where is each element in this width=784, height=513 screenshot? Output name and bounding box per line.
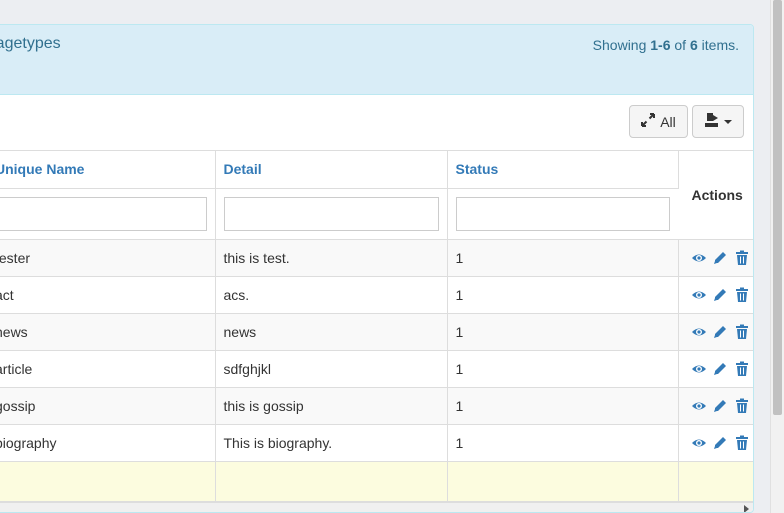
summary-of: of xyxy=(670,37,690,53)
summary-total: 6 xyxy=(689,37,698,53)
cell-status: 1 xyxy=(447,313,679,351)
filter-input-unique-name[interactable] xyxy=(0,196,207,231)
resize-full-icon xyxy=(641,113,656,130)
cell-detail: acs. xyxy=(215,276,448,314)
footer-cell xyxy=(447,460,679,502)
filter-cell-detail xyxy=(215,188,448,240)
export-icon xyxy=(704,112,720,131)
pencil-icon[interactable] xyxy=(712,361,728,377)
table-row: act acs. 1 xyxy=(0,276,753,314)
cell-status: 1 xyxy=(447,239,679,277)
cell-actions xyxy=(678,350,753,388)
table-footer-row xyxy=(0,460,753,502)
cell-detail: news xyxy=(215,313,448,351)
cell-unique-name: news xyxy=(0,313,216,351)
cell-status: 1 xyxy=(447,276,679,314)
table-row: news news 1 xyxy=(0,313,753,351)
trash-icon[interactable] xyxy=(734,435,750,451)
cell-actions xyxy=(678,239,753,277)
vertical-scrollbar-thumb[interactable] xyxy=(773,0,782,415)
footer-cell xyxy=(678,460,753,502)
column-header-unique-name: Unique Name xyxy=(0,151,216,189)
column-header-status: Status xyxy=(447,151,679,189)
trash-icon[interactable] xyxy=(734,398,750,414)
pencil-icon[interactable] xyxy=(712,287,728,303)
cell-actions xyxy=(678,387,753,425)
trash-icon[interactable] xyxy=(734,324,750,340)
data-table: Unique Name Detail Status Actions ester … xyxy=(0,151,753,502)
footer-cell xyxy=(0,460,216,502)
cell-unique-name: tester xyxy=(0,239,216,277)
cell-actions xyxy=(678,276,753,314)
cell-status: 1 xyxy=(447,387,679,425)
cell-actions xyxy=(678,313,753,351)
table-row: gossip this is gossip 1 xyxy=(0,387,753,425)
sort-link-status[interactable]: Status xyxy=(456,161,499,177)
footer-cell xyxy=(215,460,448,502)
scroll-right-arrow-icon[interactable] xyxy=(744,505,749,512)
table-row: biography This is biography. 1 xyxy=(0,424,753,462)
filter-cell-unique-name xyxy=(0,188,216,240)
cell-actions xyxy=(678,424,753,462)
filter-input-status[interactable] xyxy=(455,196,670,231)
eye-icon[interactable] xyxy=(691,324,707,340)
toolbar: All xyxy=(0,95,753,151)
panel-title: Pagetypes xyxy=(0,35,61,52)
horizontal-scrollbar[interactable] xyxy=(0,502,753,512)
cell-status: 1 xyxy=(447,350,679,388)
table-row: article sdfghjkl 1 xyxy=(0,350,753,388)
cell-unique-name: gossip xyxy=(0,387,216,425)
pencil-icon[interactable] xyxy=(712,250,728,266)
pencil-icon[interactable] xyxy=(712,435,728,451)
trash-icon[interactable] xyxy=(734,250,750,266)
summary-range: 1-6 xyxy=(650,37,671,53)
eye-icon[interactable] xyxy=(691,361,707,377)
pencil-icon[interactable] xyxy=(712,398,728,414)
cell-detail: sdfghjkl xyxy=(215,350,448,388)
show-all-button[interactable]: All xyxy=(629,105,688,138)
sort-link-unique-name[interactable]: Unique Name xyxy=(0,161,84,177)
filter-cell-status xyxy=(447,188,678,240)
trash-icon[interactable] xyxy=(734,287,750,303)
cell-status: 1 xyxy=(447,424,679,462)
summary-suffix: items. xyxy=(697,37,739,53)
column-header-actions: Actions xyxy=(678,151,753,240)
vertical-scrollbar[interactable] xyxy=(770,0,784,513)
chevron-down-icon xyxy=(724,119,732,124)
filter-input-detail[interactable] xyxy=(223,196,439,231)
summary-text: Showing 1-6 of 6 items. xyxy=(593,37,739,53)
cell-unique-name: biography xyxy=(0,424,216,462)
eye-icon[interactable] xyxy=(691,287,707,303)
cell-detail: This is biography. xyxy=(215,424,448,462)
trash-icon[interactable] xyxy=(734,361,750,377)
eye-icon[interactable] xyxy=(691,250,707,266)
summary-prefix: Showing xyxy=(592,37,651,53)
panel-heading: Pagetypes Showing 1-6 of 6 items. xyxy=(0,25,753,95)
table-row: tester this is test. 1 xyxy=(0,239,753,277)
column-header-detail: Detail xyxy=(215,151,448,189)
cell-unique-name: act xyxy=(0,276,216,314)
grid-panel: Pagetypes Showing 1-6 of 6 items. All xyxy=(0,24,754,513)
cell-detail: this is test. xyxy=(215,239,448,277)
cell-detail: this is gossip xyxy=(215,387,448,425)
show-all-label: All xyxy=(660,113,676,130)
eye-icon[interactable] xyxy=(691,398,707,414)
cell-unique-name: article xyxy=(0,350,216,388)
eye-icon[interactable] xyxy=(691,435,707,451)
export-button[interactable] xyxy=(692,105,744,138)
pencil-icon[interactable] xyxy=(712,324,728,340)
sort-link-detail[interactable]: Detail xyxy=(224,161,262,177)
